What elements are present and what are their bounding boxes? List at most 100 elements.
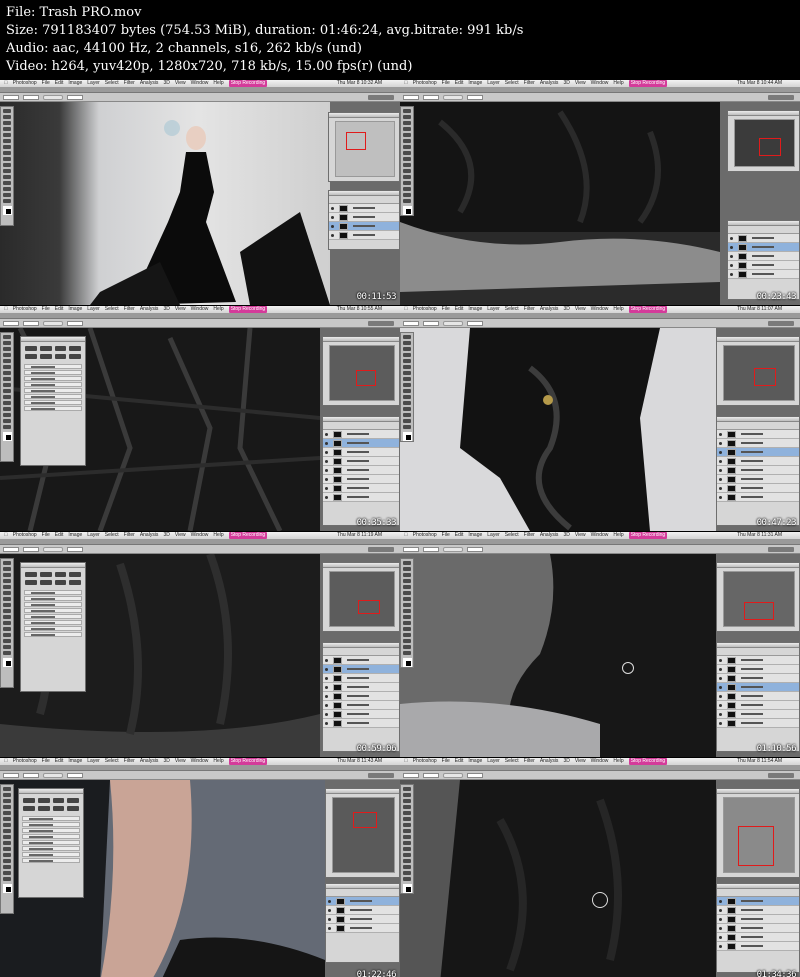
panel-title-bar[interactable]: [728, 111, 799, 116]
layer-row[interactable]: [717, 475, 799, 484]
apple-menu-icon[interactable]: : [404, 532, 408, 539]
app-menu[interactable]: Photoshop: [13, 306, 37, 313]
layer-row[interactable]: [717, 656, 799, 665]
tool-icon[interactable]: [3, 865, 11, 869]
options-field[interactable]: [67, 320, 83, 326]
tool-icon[interactable]: [3, 145, 11, 149]
menu-item[interactable]: Layer: [487, 80, 500, 87]
tool-icon[interactable]: [403, 151, 411, 155]
eye-icon[interactable]: [331, 225, 334, 228]
panel-title-bar[interactable]: [326, 789, 399, 794]
menu-item[interactable]: Help: [613, 532, 623, 539]
adjustment-preset[interactable]: [22, 822, 80, 827]
tool-icon[interactable]: [3, 383, 11, 387]
color-swatch[interactable]: [2, 206, 12, 215]
layer-row[interactable]: [717, 466, 799, 475]
eye-icon[interactable]: [719, 722, 722, 725]
eye-icon[interactable]: [325, 713, 328, 716]
menu-item[interactable]: Layer: [87, 758, 100, 765]
options-field[interactable]: [3, 546, 19, 552]
color-swatch[interactable]: [402, 432, 412, 441]
options-field[interactable]: [23, 772, 39, 778]
tool-icon[interactable]: [403, 335, 411, 339]
stop-recording-badge[interactable]: Stop Recording: [628, 80, 668, 87]
tool-icon[interactable]: [403, 651, 411, 655]
layer-row[interactable]: [323, 665, 399, 674]
tool-icon[interactable]: [3, 181, 11, 185]
tool-icon[interactable]: [403, 127, 411, 131]
tool-icon[interactable]: [3, 127, 11, 131]
menu-item[interactable]: File: [42, 80, 50, 87]
navigator-thumbnail[interactable]: [332, 797, 395, 873]
options-field[interactable]: [403, 546, 419, 552]
stop-recording-badge[interactable]: Stop Recording: [628, 758, 668, 765]
video-frame-thumbnail[interactable]:  Photoshop File Edit Image Layer Select Filter…: [0, 306, 400, 531]
menu-item[interactable]: Filter: [124, 80, 135, 87]
menu-item[interactable]: File: [42, 532, 50, 539]
adjustment-preset[interactable]: [22, 852, 80, 857]
workspace-switcher[interactable]: [368, 546, 394, 552]
menu-item[interactable]: Help: [213, 532, 223, 539]
layer-row[interactable]: [728, 252, 799, 261]
tool-icon[interactable]: [3, 633, 11, 637]
menu-item[interactable]: Image: [68, 80, 82, 87]
layer-row[interactable]: [326, 924, 399, 933]
menu-item[interactable]: Image: [468, 532, 482, 539]
options-field[interactable]: [467, 546, 483, 552]
adjustment-preset[interactable]: [24, 394, 82, 399]
tool-icon[interactable]: [403, 561, 411, 565]
tool-icon[interactable]: [403, 627, 411, 631]
menu-item[interactable]: Analysis: [140, 532, 159, 539]
tool-icon[interactable]: [403, 181, 411, 185]
layer-row[interactable]: [323, 656, 399, 665]
menu-item[interactable]: Window: [591, 80, 609, 87]
tool-icon[interactable]: [3, 853, 11, 857]
tool-icon[interactable]: [3, 335, 11, 339]
layer-row[interactable]: [323, 683, 399, 692]
layer-row[interactable]: [717, 439, 799, 448]
adjustment-icon[interactable]: [69, 572, 81, 577]
eye-icon[interactable]: [325, 677, 328, 680]
eye-icon[interactable]: [325, 704, 328, 707]
menu-item[interactable]: Filter: [124, 758, 135, 765]
tool-icon[interactable]: [403, 347, 411, 351]
adjustment-icon[interactable]: [69, 580, 81, 585]
tool-icon[interactable]: [3, 413, 11, 417]
eye-icon[interactable]: [730, 255, 733, 258]
apple-menu-icon[interactable]: : [404, 758, 408, 765]
tool-icon[interactable]: [403, 799, 411, 803]
tool-icon[interactable]: [403, 841, 411, 845]
menu-item[interactable]: Window: [191, 80, 209, 87]
tool-icon[interactable]: [3, 591, 11, 595]
layer-row[interactable]: [323, 710, 399, 719]
menu-item[interactable]: Window: [591, 532, 609, 539]
tool-icon[interactable]: [403, 401, 411, 405]
eye-icon[interactable]: [325, 433, 328, 436]
layer-row[interactable]: [717, 710, 799, 719]
tool-icon[interactable]: [403, 645, 411, 649]
layer-row[interactable]: [717, 448, 799, 457]
tool-icon[interactable]: [3, 811, 11, 815]
menu-item[interactable]: Help: [213, 306, 223, 313]
tool-icon[interactable]: [403, 407, 411, 411]
apple-menu-icon[interactable]: : [404, 306, 408, 313]
eye-icon[interactable]: [719, 900, 722, 903]
menu-item[interactable]: Filter: [524, 758, 535, 765]
tool-icon[interactable]: [403, 175, 411, 179]
adjustment-preset[interactable]: [24, 406, 82, 411]
eye-icon[interactable]: [328, 927, 331, 930]
tool-icon[interactable]: [3, 645, 11, 649]
stop-recording-badge[interactable]: Stop Recording: [228, 758, 268, 765]
adjustment-icon[interactable]: [25, 346, 37, 351]
tool-icon[interactable]: [3, 877, 11, 881]
eye-icon[interactable]: [719, 936, 722, 939]
menu-item[interactable]: View: [575, 758, 586, 765]
eye-icon[interactable]: [719, 695, 722, 698]
layer-row[interactable]: [323, 439, 399, 448]
tool-icon[interactable]: [403, 859, 411, 863]
adjustment-icon[interactable]: [25, 580, 37, 585]
eye-icon[interactable]: [719, 442, 722, 445]
workspace-switcher[interactable]: [368, 94, 394, 100]
adjustment-preset[interactable]: [24, 590, 82, 595]
layer-row[interactable]: [717, 719, 799, 728]
